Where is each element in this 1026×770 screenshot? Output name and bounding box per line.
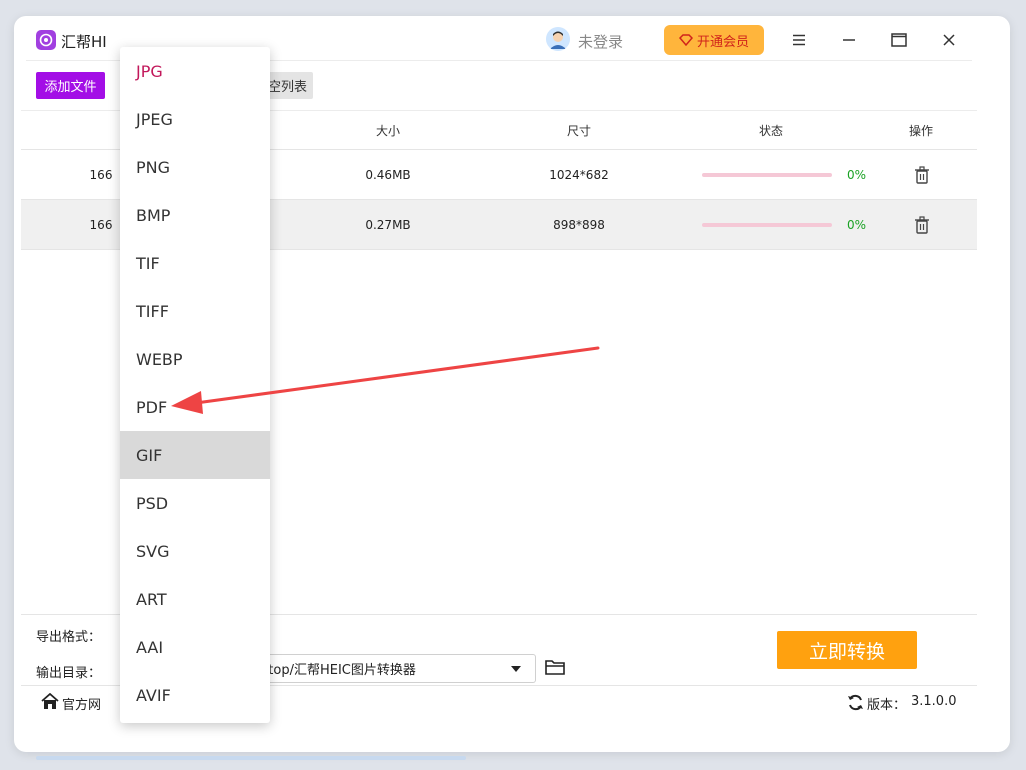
official-site-link[interactable]: 官方网 (62, 694, 101, 713)
format-dropdown[interactable]: JPG JPEG PNG BMP TIF TIFF WEBP PDF GIF PSD SVG ART A… (120, 47, 270, 723)
format-option-art[interactable]: ART (120, 575, 270, 623)
app-title: 汇帮HI (61, 33, 107, 51)
file-size: 0.27MB (365, 217, 411, 232)
app-logo-icon (36, 30, 56, 50)
progress-bar (702, 223, 832, 227)
vip-button[interactable]: 开通会员 (664, 25, 764, 55)
output-dir-label: 输出目录： (36, 666, 102, 681)
output-dir-value: esktop/汇帮HEIC图片转换器 (246, 663, 416, 678)
refresh-icon[interactable] (847, 694, 864, 711)
progress-percent: 0% (847, 217, 867, 232)
format-option-png[interactable]: PNG (120, 143, 270, 191)
format-option-jpg[interactable]: JPG (120, 47, 270, 95)
convert-button[interactable]: 立即转换 (777, 631, 917, 669)
file-dimensions: 898*898 (553, 217, 605, 232)
maximize-icon[interactable] (889, 30, 909, 50)
chevron-down-icon (511, 666, 521, 672)
format-option-webp[interactable]: WEBP (120, 335, 270, 383)
file-dimensions: 1024*682 (549, 167, 609, 182)
export-format-label: 导出格式： (36, 630, 102, 645)
add-file-button[interactable]: 添加文件 (36, 72, 105, 99)
folder-icon[interactable] (545, 658, 565, 676)
output-dir-select[interactable]: esktop/汇帮HEIC图片转换器 (240, 654, 536, 683)
format-option-gif[interactable]: GIF (120, 431, 270, 479)
progress-bar (702, 173, 832, 177)
trash-icon[interactable] (914, 166, 930, 184)
format-option-tif[interactable]: TIF (120, 239, 270, 287)
login-status[interactable]: 未登录 (578, 31, 623, 52)
header-action: 操作 (908, 123, 933, 138)
avatar[interactable] (546, 27, 570, 51)
header-status: 状态 (758, 123, 783, 138)
file-size: 0.46MB (365, 167, 411, 182)
format-option-avif[interactable]: AVIF (120, 671, 270, 719)
format-option-psd[interactable]: PSD (120, 479, 270, 527)
diamond-icon (678, 34, 693, 46)
close-icon[interactable] (939, 30, 959, 50)
format-option-bmp[interactable]: BMP (120, 191, 270, 239)
header-dimensions: 尺寸 (566, 123, 591, 138)
taskbar-strip (36, 756, 466, 760)
header-size: 大小 (375, 123, 400, 138)
menu-icon[interactable] (789, 30, 809, 50)
format-option-svg[interactable]: SVG (120, 527, 270, 575)
format-option-jpeg[interactable]: JPEG (120, 95, 270, 143)
format-option-aai[interactable]: AAI (120, 623, 270, 671)
progress-percent: 0% (847, 167, 867, 182)
vip-label: 开通会员 (696, 34, 749, 50)
minimize-icon[interactable] (839, 30, 859, 50)
version-label: 版本： (867, 698, 907, 713)
format-option-pdf[interactable]: PDF (120, 383, 270, 431)
format-option-tiff[interactable]: TIFF (120, 287, 270, 335)
trash-icon[interactable] (914, 216, 930, 234)
version-value: 3.1.0.0 (911, 694, 957, 709)
home-icon[interactable] (41, 693, 59, 710)
